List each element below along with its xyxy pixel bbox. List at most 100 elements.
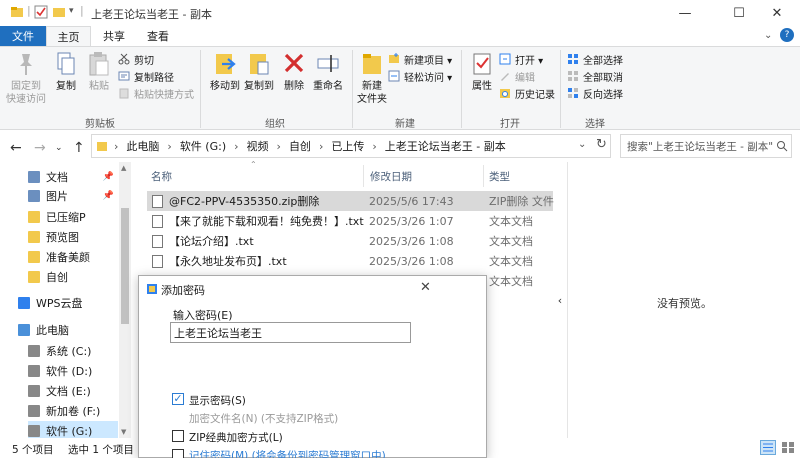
- new-folder-qa-icon[interactable]: [52, 5, 66, 19]
- file-type: ZIP删除 文件: [489, 195, 554, 208]
- show-password-label[interactable]: 显示密码(S): [189, 393, 246, 408]
- remember-password-checkbox[interactable]: [172, 449, 184, 458]
- password-label: 输入密码(E): [173, 309, 233, 322]
- copy-path-label: 复制路径: [134, 72, 174, 84]
- breadcrumb-separator: ›: [114, 139, 119, 153]
- rename-button[interactable]: 重命名: [306, 50, 350, 93]
- nav-item-icon: [28, 231, 40, 243]
- close-button[interactable]: ✕: [754, 0, 800, 26]
- preview-collapse-button[interactable]: ‹: [553, 286, 567, 314]
- details-view-icon[interactable]: [760, 440, 776, 455]
- recent-dropdown-icon[interactable]: ⌄: [55, 143, 63, 153]
- remember-password-label[interactable]: 记住密码(M) (将会备份到密码管理窗口中): [189, 448, 386, 458]
- file-name: 【来了就能下载和观看！纯免费！】.txt: [169, 215, 364, 228]
- nav-item[interactable]: 文档 📌: [28, 167, 118, 187]
- column-header-name[interactable]: 名称: [151, 165, 172, 187]
- file-row[interactable]: 【永久地址发布页】.txt 2025/3/26 1:08 文本文档: [147, 251, 553, 271]
- new-item-label: 新建项目 ▾: [404, 55, 453, 67]
- breadcrumb-uploaded[interactable]: 已上传: [331, 138, 364, 154]
- open-button[interactable]: 打开 ▾: [499, 51, 543, 67]
- paste-icon: [89, 52, 109, 76]
- help-icon[interactable]: ?: [780, 28, 794, 42]
- breadcrumb-self-made[interactable]: 自创: [289, 138, 311, 154]
- paste-button[interactable]: 粘贴: [77, 50, 121, 93]
- zip-legacy-label[interactable]: ZIP经典加密方式(L): [189, 430, 283, 445]
- file-row[interactable]: @FC2-PPV-4535350.zip删除 2025/5/6 17:43 ZIP删…: [147, 191, 554, 211]
- scroll-down-icon[interactable]: ▼: [121, 428, 126, 436]
- history-button[interactable]: 历史记录: [499, 85, 555, 101]
- nav-item[interactable]: 预览图: [28, 227, 118, 247]
- search-icon[interactable]: [776, 140, 788, 152]
- back-button[interactable]: ←: [10, 140, 22, 156]
- select-all-icon: [568, 54, 578, 64]
- breadcrumb-current[interactable]: 上老王论坛当老王 - 副本: [385, 138, 506, 154]
- nav-item[interactable]: 系统 (C:): [28, 341, 118, 361]
- dialog-close-button[interactable]: ✕: [420, 280, 431, 295]
- tab-share[interactable]: 共享: [94, 26, 134, 46]
- file-row[interactable]: 【论坛介绍】.txt 2025/3/26 1:08 文本文档: [147, 231, 553, 251]
- file-icon: [152, 194, 163, 208]
- up-button[interactable]: ↑: [73, 140, 85, 156]
- clipboard-group-label: 剪贴板: [85, 119, 115, 130]
- invert-selection-button[interactable]: 反向选择: [567, 85, 623, 101]
- nav-item[interactable]: 新加卷 (F:): [28, 401, 118, 421]
- zip-legacy-checkbox[interactable]: [172, 430, 184, 442]
- scroll-up-icon[interactable]: ▲: [121, 164, 126, 172]
- open-label: 打开 ▾: [515, 55, 544, 67]
- select-all-button[interactable]: 全部选择: [567, 51, 623, 67]
- explorer-icon: [11, 7, 23, 17]
- nav-item[interactable]: 此电脑: [18, 320, 118, 340]
- column-divider[interactable]: [363, 165, 364, 187]
- address-dropdown-icon[interactable]: ⌄: [578, 139, 586, 150]
- column-header-date[interactable]: 修改日期: [370, 165, 412, 187]
- nav-item[interactable]: 软件 (D:): [28, 361, 118, 381]
- ribbon-collapse-icon[interactable]: ⌄: [764, 30, 772, 41]
- nav-item[interactable]: 已压缩P: [28, 207, 118, 227]
- properties-qa-icon[interactable]: [34, 5, 48, 19]
- properties-button[interactable]: 属性: [460, 50, 504, 93]
- large-icons-view-icon[interactable]: [780, 440, 796, 455]
- nav-item-icon: [28, 251, 40, 263]
- nav-item[interactable]: 自创: [28, 267, 118, 287]
- select-none-icon: [568, 71, 578, 81]
- paste-shortcut-label: 粘贴快捷方式: [134, 89, 194, 101]
- copy-path-button[interactable]: 复制路径: [118, 68, 174, 84]
- show-password-checkbox[interactable]: ✓: [172, 393, 184, 405]
- dialog-title: 添加密码: [161, 284, 205, 297]
- file-row[interactable]: 【来了就能下载和观看！纯免费！】.txt 2025/3/26 1:07 文本文档: [147, 211, 553, 231]
- breadcrumb-videos[interactable]: 视频: [247, 138, 269, 154]
- breadcrumb-this-pc[interactable]: 此电脑: [126, 138, 159, 154]
- nav-item-icon: [28, 211, 40, 223]
- tab-home[interactable]: 主页: [46, 26, 91, 46]
- nav-item-icon: [28, 405, 40, 417]
- password-input[interactable]: 上老王论坛当老王: [170, 322, 411, 343]
- paste-shortcut-button[interactable]: 粘贴快捷方式: [118, 85, 194, 101]
- forward-button[interactable]: →: [34, 140, 46, 156]
- minimize-button[interactable]: —: [662, 0, 708, 26]
- column-divider[interactable]: [483, 165, 484, 187]
- cut-button[interactable]: 剪切: [118, 51, 154, 67]
- history-label: 历史记录: [515, 89, 555, 101]
- tab-view[interactable]: 查看: [137, 26, 179, 46]
- select-none-button[interactable]: 全部取消: [567, 68, 623, 84]
- nav-item-label: 预览图: [46, 231, 79, 244]
- edit-button[interactable]: 编辑: [499, 68, 535, 84]
- nav-item[interactable]: 文档 (E:): [28, 381, 118, 401]
- nav-item[interactable]: 准备美颜: [28, 247, 118, 267]
- tab-file[interactable]: 文件: [0, 26, 46, 46]
- nav-scrollbar-thumb[interactable]: [121, 208, 129, 324]
- nav-item[interactable]: WPS云盘: [18, 293, 118, 313]
- file-date: 2025/3/26 1:08: [369, 254, 454, 268]
- dialog-app-icon: [147, 284, 157, 294]
- breadcrumb-drive-g[interactable]: 软件 (G:): [180, 138, 226, 154]
- new-item-button[interactable]: 新建项目 ▾: [388, 51, 452, 67]
- pin-quick-access-button[interactable]: 固定到 快速访问: [4, 50, 48, 106]
- preview-empty-text: 没有预览。: [657, 297, 712, 310]
- address-bar[interactable]: › 此电脑 › 软件 (G:) › 视频 › 自创 › 已上传 › 上老王论坛当…: [91, 134, 611, 158]
- column-header-type[interactable]: 类型: [489, 165, 510, 187]
- nav-item[interactable]: 图片 📌: [28, 186, 118, 206]
- qa-customize-icon[interactable]: ▾: [69, 6, 74, 16]
- easy-access-button[interactable]: 轻松访问 ▾: [388, 68, 452, 84]
- refresh-icon[interactable]: ↻: [596, 137, 607, 152]
- search-input[interactable]: 搜索"上老王论坛当老王 - 副本": [620, 134, 792, 158]
